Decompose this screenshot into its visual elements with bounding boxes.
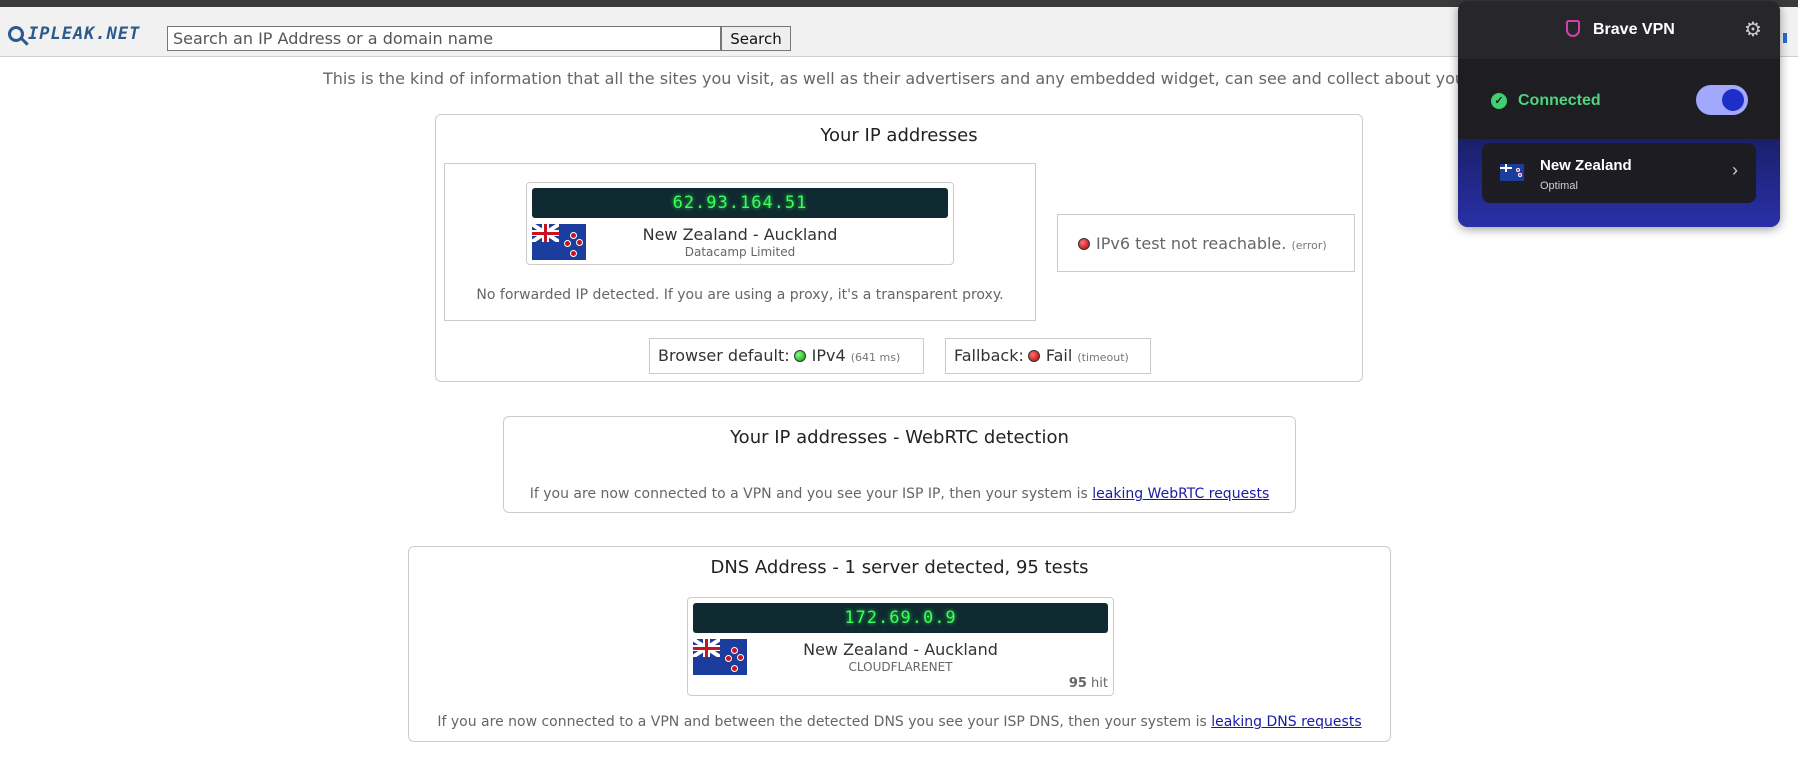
status-green-icon bbox=[793, 350, 806, 362]
search-input[interactable] bbox=[167, 26, 721, 51]
dns-server-card: 172.69.0.9 New Zealand - Auckland CLOUDF… bbox=[687, 597, 1114, 696]
browser-default-badge: Browser default: IPv4 (641 ms) bbox=[649, 338, 924, 374]
browser-default-note: (641 ms) bbox=[850, 351, 901, 364]
check-icon: ✓ bbox=[1491, 93, 1507, 109]
dns-note: If you are now connected to a VPN and be… bbox=[409, 714, 1390, 730]
section-title: Your IP addresses bbox=[820, 125, 978, 146]
browser-default-value: IPv4 bbox=[811, 346, 846, 365]
scroll-edge-indicator bbox=[1783, 33, 1787, 43]
vpn-status-label: Connected bbox=[1518, 92, 1601, 109]
magnifier-icon bbox=[8, 26, 24, 42]
fallback-value: Fail bbox=[1045, 346, 1073, 365]
leaking-dns-link[interactable]: leaking DNS requests bbox=[1211, 714, 1361, 730]
vpn-country: New Zealand bbox=[1540, 157, 1632, 174]
vpn-toggle[interactable] bbox=[1696, 85, 1748, 115]
dns-address-display: 172.69.0.9 bbox=[693, 603, 1108, 633]
dns-note-text: If you are now connected to a VPN and be… bbox=[437, 714, 1207, 730]
webrtc-note: If you are now connected to a VPN and yo… bbox=[504, 486, 1295, 502]
dns-hit-count: 95 bbox=[1068, 676, 1087, 691]
ip-location: New Zealand - Auckland bbox=[642, 225, 838, 244]
vpn-status-row: ✓ Connected bbox=[1458, 59, 1780, 139]
dns-location: New Zealand - Auckland bbox=[803, 640, 998, 659]
browser-default-label: Browser default: bbox=[658, 346, 790, 365]
site-logo[interactable]: IPLEAK.NET bbox=[8, 21, 140, 47]
ipv4-panel: 62.93.164.51 New Zealand - Auckland Data… bbox=[444, 163, 1036, 321]
chevron-right-icon: › bbox=[1732, 160, 1738, 180]
ip-address-display: 62.93.164.51 bbox=[532, 188, 948, 218]
intro-text: This is the kind of information that all… bbox=[323, 69, 1461, 88]
shield-icon bbox=[1566, 20, 1580, 37]
vpn-region-area: New Zealand Optimal › bbox=[1458, 139, 1780, 227]
leaking-webrtc-link[interactable]: leaking WebRTC requests bbox=[1092, 486, 1269, 502]
dns-section: DNS Address - 1 server detected, 95 test… bbox=[408, 546, 1391, 742]
fallback-badge: Fallback: Fail (timeout) bbox=[945, 338, 1151, 374]
vpn-title: Brave VPN bbox=[1593, 21, 1675, 38]
status-red-icon bbox=[1078, 238, 1090, 250]
ip-card: 62.93.164.51 New Zealand - Auckland Data… bbox=[526, 182, 954, 265]
ip-isp: Datacamp Limited bbox=[684, 245, 796, 259]
ipv6-note: (error) bbox=[1291, 239, 1327, 252]
fallback-label: Fallback: bbox=[954, 346, 1024, 365]
logo-text: IPLEAK.NET bbox=[28, 24, 141, 44]
vpn-header: Brave VPN ⚙ bbox=[1458, 1, 1780, 59]
ip-addresses-section: Your IP addresses 62.93.164.51 New Zeala… bbox=[435, 114, 1363, 382]
forwarded-ip-note: No forwarded IP detected. If you are usi… bbox=[476, 287, 1004, 303]
vpn-region-selector[interactable]: New Zealand Optimal › bbox=[1482, 143, 1756, 203]
section-title: DNS Address - 1 server detected, 95 test… bbox=[710, 557, 1089, 578]
toggle-knob bbox=[1722, 89, 1744, 111]
fallback-note: (timeout) bbox=[1077, 351, 1129, 364]
brave-vpn-popup: Brave VPN ⚙ ✓ Connected New Zealand Opti… bbox=[1458, 1, 1780, 227]
ipv6-status: IPv6 test not reachable. bbox=[1096, 234, 1287, 253]
search-button[interactable]: Search bbox=[721, 26, 791, 51]
new-zealand-flag-icon bbox=[1500, 164, 1524, 181]
status-red-icon bbox=[1027, 350, 1040, 362]
ipv6-panel: IPv6 test not reachable. (error) bbox=[1057, 214, 1355, 272]
gear-icon[interactable]: ⚙ bbox=[1744, 17, 1762, 42]
dns-hits: 95 hit bbox=[1069, 676, 1108, 691]
dns-isp: CLOUDFLARENET bbox=[848, 660, 953, 674]
section-title: Your IP addresses - WebRTC detection bbox=[730, 427, 1069, 448]
dns-hit-label: hit bbox=[1091, 676, 1108, 691]
webrtc-section: Your IP addresses - WebRTC detection If … bbox=[503, 416, 1296, 513]
vpn-server-mode: Optimal bbox=[1540, 180, 1578, 192]
webrtc-note-text: If you are now connected to a VPN and yo… bbox=[529, 486, 1088, 502]
